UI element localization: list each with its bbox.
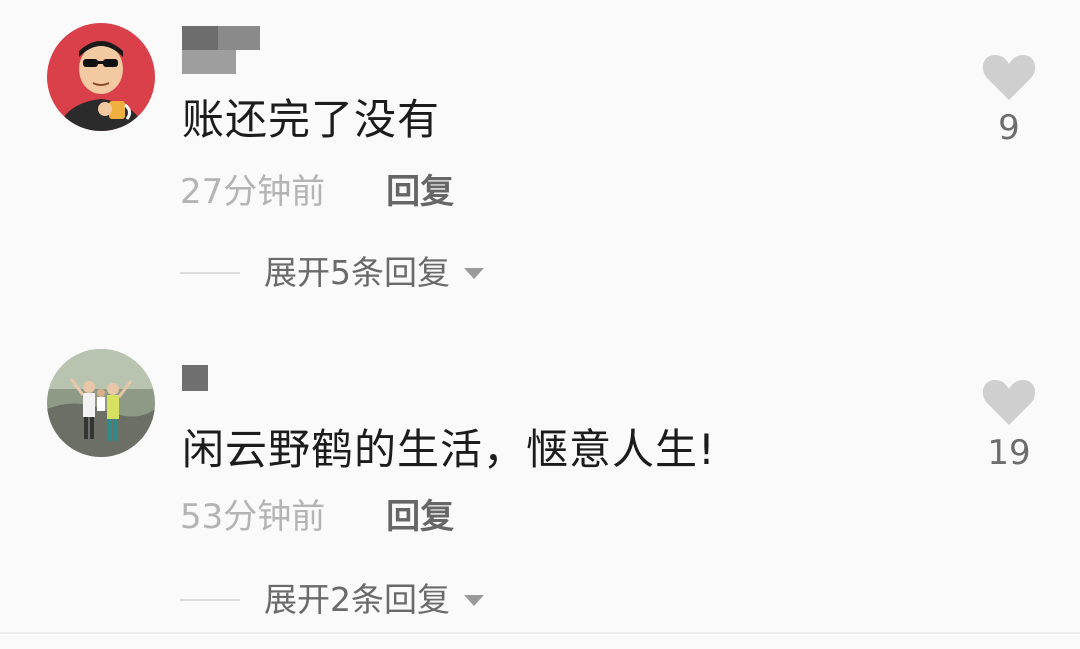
reply-button[interactable]: 回复 <box>386 497 454 537</box>
like-button[interactable]: 19 <box>978 377 1040 473</box>
chevron-down-icon <box>464 594 484 606</box>
expand-replies-label: 展开2条回复 <box>264 580 450 619</box>
avatar[interactable] <box>47 23 155 131</box>
comment-text: 闲云野鹤的生活，惬意人生! <box>182 425 716 474</box>
expand-replies-button[interactable]: 展开5条回复 <box>180 253 484 293</box>
like-count: 19 <box>987 433 1031 473</box>
reply-button[interactable]: 回复 <box>386 172 454 212</box>
like-button[interactable]: 9 <box>978 52 1040 148</box>
chevron-down-icon <box>464 267 484 279</box>
username-blurred[interactable] <box>182 365 208 391</box>
comment-meta: 53分钟前 回复 <box>180 497 454 537</box>
divider-dash <box>180 599 240 601</box>
heart-icon <box>982 380 1036 425</box>
expand-replies-label: 展开5条回复 <box>264 253 450 292</box>
comment-item: 账还完了没有 27分钟前 回复 展开5条回复 9 <box>0 0 1080 320</box>
comment-time: 27分钟前 <box>180 172 326 212</box>
comment-text: 账还完了没有 <box>182 95 441 144</box>
heart-icon <box>982 55 1036 100</box>
section-divider <box>0 632 1080 634</box>
like-count: 9 <box>998 108 1020 148</box>
comment-time: 53分钟前 <box>180 497 326 537</box>
expand-replies-button[interactable]: 展开2条回复 <box>180 580 484 620</box>
username-blurred[interactable] <box>182 26 260 74</box>
comment-meta: 27分钟前 回复 <box>180 172 454 212</box>
divider-dash <box>180 272 240 274</box>
avatar[interactable] <box>47 349 155 457</box>
comment-item: 闲云野鹤的生活，惬意人生! 53分钟前 回复 展开2条回复 19 <box>0 325 1080 630</box>
